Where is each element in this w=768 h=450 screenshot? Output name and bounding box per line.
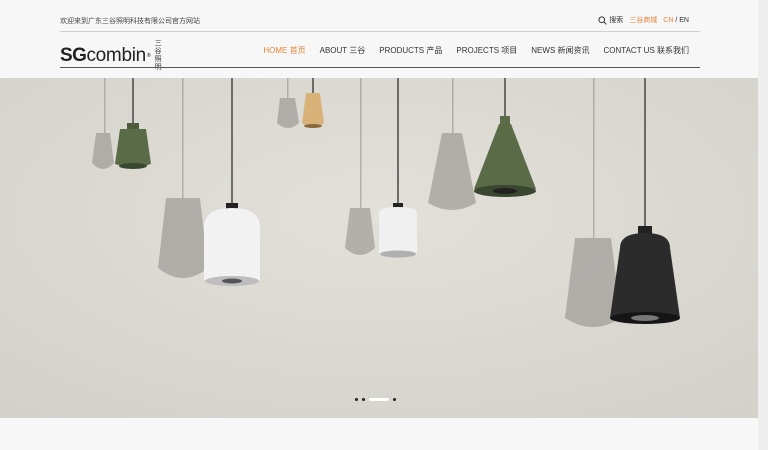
green-lamp-small <box>115 123 151 169</box>
slider-dot-2[interactable] <box>362 398 365 401</box>
header: 欢迎来到广东三谷照明科技有限公司官方网站 搜索 三谷商城 CN / EN SG … <box>0 0 758 78</box>
nav-item-products[interactable]: PRODUCTS 产品 <box>379 45 442 56</box>
logo-combin: combin <box>86 45 146 66</box>
search-label: 搜索 <box>609 17 624 24</box>
white-lamp-large <box>204 203 260 286</box>
search-icon <box>598 15 608 25</box>
mall-link[interactable]: 三谷商城 <box>629 15 657 25</box>
hero-banner[interactable] <box>0 78 758 418</box>
header-divider <box>60 31 700 32</box>
nav-item-contact[interactable]: CONTACT US 联系我们 <box>604 45 689 56</box>
page: 欢迎来到广东三谷照明科技有限公司官方网站 搜索 三谷商城 CN / EN SG … <box>0 0 768 450</box>
logo-cn-line1: 三谷 <box>154 40 162 55</box>
slider-dot-4[interactable] <box>393 398 396 401</box>
nav-item-home[interactable]: HOME 首页 <box>263 45 305 56</box>
lang-cn-link[interactable]: CN <box>663 17 673 24</box>
page-below-banner <box>0 418 758 450</box>
nav-underline <box>60 67 700 68</box>
search-button[interactable]: 搜索 <box>598 15 623 25</box>
banner-lamps-image <box>0 78 758 418</box>
slider-dot-1[interactable] <box>355 398 358 401</box>
lang-separator: / <box>675 16 678 24</box>
scrollbar[interactable] <box>758 0 768 450</box>
logo-sg: SG <box>60 45 87 66</box>
lang-en-link[interactable]: EN <box>679 17 689 24</box>
logo-cn-line2: 照明 <box>154 56 162 71</box>
slider-dot-3-active[interactable] <box>369 398 389 401</box>
header-utilities: 搜索 三谷商城 CN / EN <box>598 15 689 25</box>
nav-item-news[interactable]: NEWS 新闻资讯 <box>531 45 589 56</box>
welcome-text: 欢迎来到广东三谷照明科技有限公司官方网站 <box>60 18 200 25</box>
main-nav: HOME 首页 ABOUT 三谷 PRODUCTS 产品 PROJECTS 项目… <box>263 45 689 56</box>
nav-item-projects[interactable]: PROJECTS 项目 <box>456 45 517 56</box>
white-lamp-small <box>379 203 417 258</box>
logo-registered-mark: ® <box>146 53 151 59</box>
slider-dots <box>355 398 396 401</box>
nav-item-about[interactable]: ABOUT 三谷 <box>320 45 366 56</box>
